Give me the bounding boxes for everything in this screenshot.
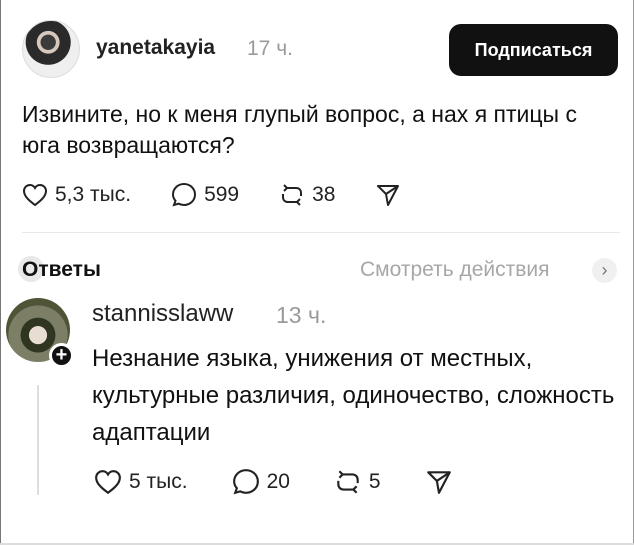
comment-bubble-icon xyxy=(232,469,259,495)
reply-time: 13 ч. xyxy=(276,302,327,328)
reply-comment-count: 20 xyxy=(266,470,290,493)
comment-action[interactable]: 599 xyxy=(171,182,239,208)
like-action[interactable]: 5,3 тыс. xyxy=(22,183,131,207)
plus-icon[interactable]: + xyxy=(49,343,74,368)
frame-left-edge xyxy=(0,0,1,545)
reply-actions: 5 тыс. 20 5 xyxy=(94,468,453,496)
reply-repost-count: 5 xyxy=(368,470,381,493)
section-divider xyxy=(22,232,620,233)
reply-text: Незнание языка, унижения от местных, кул… xyxy=(92,345,615,446)
replies-title: Ответы xyxy=(22,258,101,281)
repost-count: 38 xyxy=(312,183,336,206)
post-time: 17 ч. xyxy=(247,37,293,60)
thread-line xyxy=(37,385,39,495)
repost-action[interactable]: 38 xyxy=(279,182,335,208)
repost-icon xyxy=(282,184,303,206)
author-username[interactable]: yanetakayia xyxy=(96,36,215,60)
see-activity-link[interactable]: Смотреть действия xyxy=(360,258,550,282)
follow-button[interactable]: Подписаться xyxy=(449,24,618,76)
reply-comment-action[interactable]: 20 xyxy=(232,468,290,496)
reply-repost-action[interactable]: 5 xyxy=(334,468,381,496)
author-avatar[interactable] xyxy=(22,20,80,78)
reply-username[interactable]: stannisslaww xyxy=(92,300,233,328)
heart-icon xyxy=(22,183,48,207)
reply-like-count: 5 тыс. xyxy=(129,470,188,493)
comment-bubble-icon xyxy=(172,182,197,207)
reply-like-action[interactable]: 5 тыс. xyxy=(94,469,188,495)
share-send-icon xyxy=(426,471,451,494)
share-action[interactable] xyxy=(375,182,401,208)
share-send-icon xyxy=(377,185,400,206)
reply-share-action[interactable] xyxy=(425,468,453,496)
post-text: Извините, но к меня глупый вопрос, а нах… xyxy=(22,101,577,158)
heart-icon xyxy=(95,470,121,495)
like-count: 5,3 тыс. xyxy=(55,183,132,206)
repost-icon xyxy=(337,470,359,494)
post-actions: 5,3 тыс. 599 38 xyxy=(22,182,401,208)
comment-count: 599 xyxy=(204,183,240,206)
chevron-right-icon[interactable]: › xyxy=(592,258,617,283)
